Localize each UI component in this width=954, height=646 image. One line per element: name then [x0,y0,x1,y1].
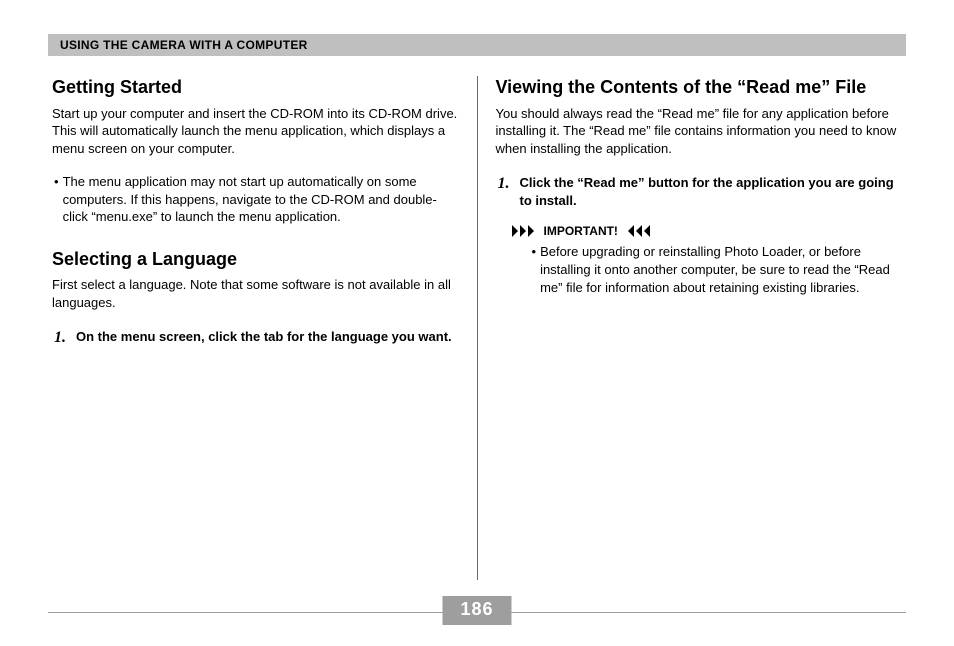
page-number-badge: 186 [442,596,511,625]
important-bullet-list: • Before upgrading or reinstalling Photo… [532,243,903,296]
bullet-item: • Before upgrading or reinstalling Photo… [532,243,903,296]
bullet-dot-icon: • [52,173,63,226]
step-text: On the menu screen, click the tab for th… [76,327,459,349]
page-number: 186 [460,599,493,619]
left-column: Getting Started Start up your computer a… [48,76,477,590]
bullet-text: The menu application may not start up au… [63,173,459,226]
bullet-item: • The menu application may not start up … [52,173,459,226]
important-callout: IMPORTANT! [512,223,903,239]
para-getting-started: Start up your computer and insert the CD… [52,105,459,158]
triangle-left-icon [624,225,650,237]
numbered-step: 1. On the menu screen, click the tab for… [52,327,459,349]
bullet-dot-icon: • [532,243,541,296]
section-header-text: USING THE CAMERA WITH A COMPUTER [60,38,308,52]
page-footer: 186 [48,612,906,618]
heading-selecting-language: Selecting a Language [52,248,459,271]
heading-viewing-readme: Viewing the Contents of the “Read me” Fi… [496,76,903,99]
step-number: 1. [496,173,520,209]
heading-getting-started: Getting Started [52,76,459,99]
para-selecting-language: First select a language. Note that some … [52,276,459,311]
triangle-right-icon [512,225,538,237]
content-area: Getting Started Start up your computer a… [48,76,906,590]
section-header-bar: USING THE CAMERA WITH A COMPUTER [48,34,906,56]
para-viewing-readme: You should always read the “Read me” fil… [496,105,903,158]
numbered-step: 1. Click the “Read me” button for the ap… [496,173,903,209]
step-text: Click the “Read me” button for the appli… [520,173,903,209]
right-column: Viewing the Contents of the “Read me” Fi… [478,76,907,590]
bullet-text: Before upgrading or reinstalling Photo L… [540,243,902,296]
important-label: IMPORTANT! [544,223,618,239]
step-number: 1. [52,327,76,349]
